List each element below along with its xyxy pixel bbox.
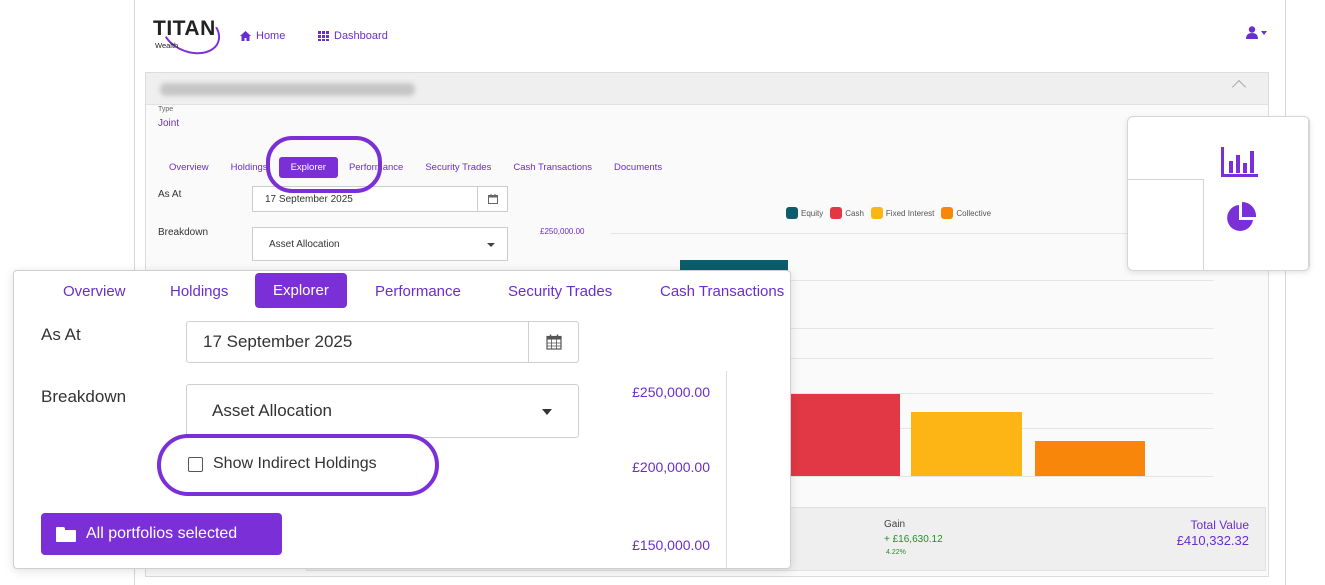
legend-label: Fixed Interest [885,208,935,218]
pie-chart-button[interactable] [1225,201,1257,234]
bg-calendar-button[interactable] [477,187,507,211]
bg-gridline [610,233,1210,234]
bg-as-at-value: 17 September 2025 [265,193,353,205]
bg-tab-overview[interactable]: Overview [158,159,220,178]
client-type-label: Type [158,106,174,113]
y-axis-tick: £150,000.00 [632,537,710,553]
legend-swatch-equity [786,207,798,219]
portfolio-selector-button[interactable]: All portfolios selected [41,513,282,555]
bar-collective[interactable] [1035,441,1145,476]
legend-label: Equity [801,208,824,218]
tab-overview[interactable]: Overview [63,283,126,300]
as-at-date-input[interactable]: 17 September 2025 [186,321,579,363]
chart-legend: Equity Cash Fixed Interest Collective [786,207,991,219]
user-icon [1246,26,1258,39]
as-at-date-value: 17 September 2025 [203,332,353,351]
caret-down-icon [542,409,552,415]
bg-y-tick: £250,000.00 [540,227,585,236]
logo-brand: TITAN [153,17,216,40]
legend-swatch-cash [830,207,843,219]
titan-logo[interactable]: TITAN Wealth [151,2,229,62]
logo-sub: Wealth [155,41,179,50]
calendar-icon [545,334,562,350]
tab-explorer[interactable]: Explorer [255,273,347,308]
divider [1128,179,1203,180]
calendar-button[interactable] [528,322,578,362]
grid-icon [318,31,329,41]
caret-down-icon [487,243,495,247]
bg-tab-documents[interactable]: Documents [603,159,673,178]
as-at-label: As At [41,325,81,344]
total-value-label: Total Value [1190,518,1249,532]
tab-performance[interactable]: Performance [375,283,461,300]
nav-dashboard-link[interactable]: Dashboard [318,30,388,42]
legend-item[interactable]: Fixed Interest [870,207,935,219]
indirect-holdings-highlight [157,434,439,496]
y-axis-line [726,371,727,568]
legend-item[interactable]: Collective [941,207,991,219]
client-name-blurred [160,83,415,96]
breakdown-select[interactable]: Asset Allocation [186,384,579,438]
bg-breakdown-label: Breakdown [158,227,209,238]
bg-breakdown-select[interactable]: Asset Allocation [252,227,508,261]
bar-chart-icon [1221,147,1258,177]
breakdown-label: Breakdown [41,387,127,406]
user-menu[interactable] [1246,26,1267,39]
tab-holdings[interactable]: Holdings [170,283,228,300]
tab-cash-transactions[interactable]: Cash Transactions [660,283,784,300]
bar-cash[interactable] [789,394,900,476]
zoomed-explorer-panel: Overview Holdings Explorer Performance S… [13,270,791,569]
bg-tab-security-trades[interactable]: Security Trades [414,159,502,178]
divider [1308,117,1309,270]
legend-item[interactable]: Equity [786,207,823,219]
legend-swatch-collective [941,207,954,219]
nav-home-link[interactable]: Home [240,30,285,42]
client-type-value: Joint [158,118,180,129]
client-header[interactable] [146,73,1268,105]
bg-as-at-label: As At [158,189,182,200]
total-value: £410,332.32 [1176,533,1249,548]
chevron-up-icon[interactable] [1231,79,1247,95]
caret-down-icon [1261,30,1267,35]
bg-breakdown-value: Asset Allocation [269,238,340,250]
bar-chart-button[interactable] [1220,145,1260,179]
bg-tab-cash-transactions[interactable]: Cash Transactions [502,159,603,178]
nav-dashboard-label: Dashboard [334,30,388,42]
bar-fixed-interest[interactable] [911,412,1022,476]
y-axis-tick: £200,000.00 [632,459,710,475]
pie-chart-icon [1227,201,1257,231]
legend-swatch-fixed-interest [870,207,883,219]
tab-security-trades[interactable]: Security Trades [508,283,612,300]
nav-home-label: Home [256,30,286,42]
explorer-tab-highlight [266,136,382,193]
calendar-icon [487,194,498,204]
chart-type-switcher [1127,116,1310,271]
portfolio-selector-label: All portfolios selected [86,525,238,542]
folder-icon [56,526,76,542]
legend-label: Cash [845,208,864,218]
top-navbar: TITAN Wealth Home Dashboard [135,0,1285,64]
gain-percent: 4.22% [886,549,906,556]
y-axis-tick: £250,000.00 [632,384,710,400]
legend-label: Collective [956,208,992,218]
bg-tab-bar: Overview Holdings Explorer Performance S… [158,157,673,178]
gain-value: + £16,630.12 [884,534,943,545]
legend-item[interactable]: Cash [830,207,864,219]
divider [1203,179,1204,270]
breakdown-selected-value: Asset Allocation [212,401,333,420]
home-icon [240,31,251,41]
gain-label: Gain [884,519,906,530]
